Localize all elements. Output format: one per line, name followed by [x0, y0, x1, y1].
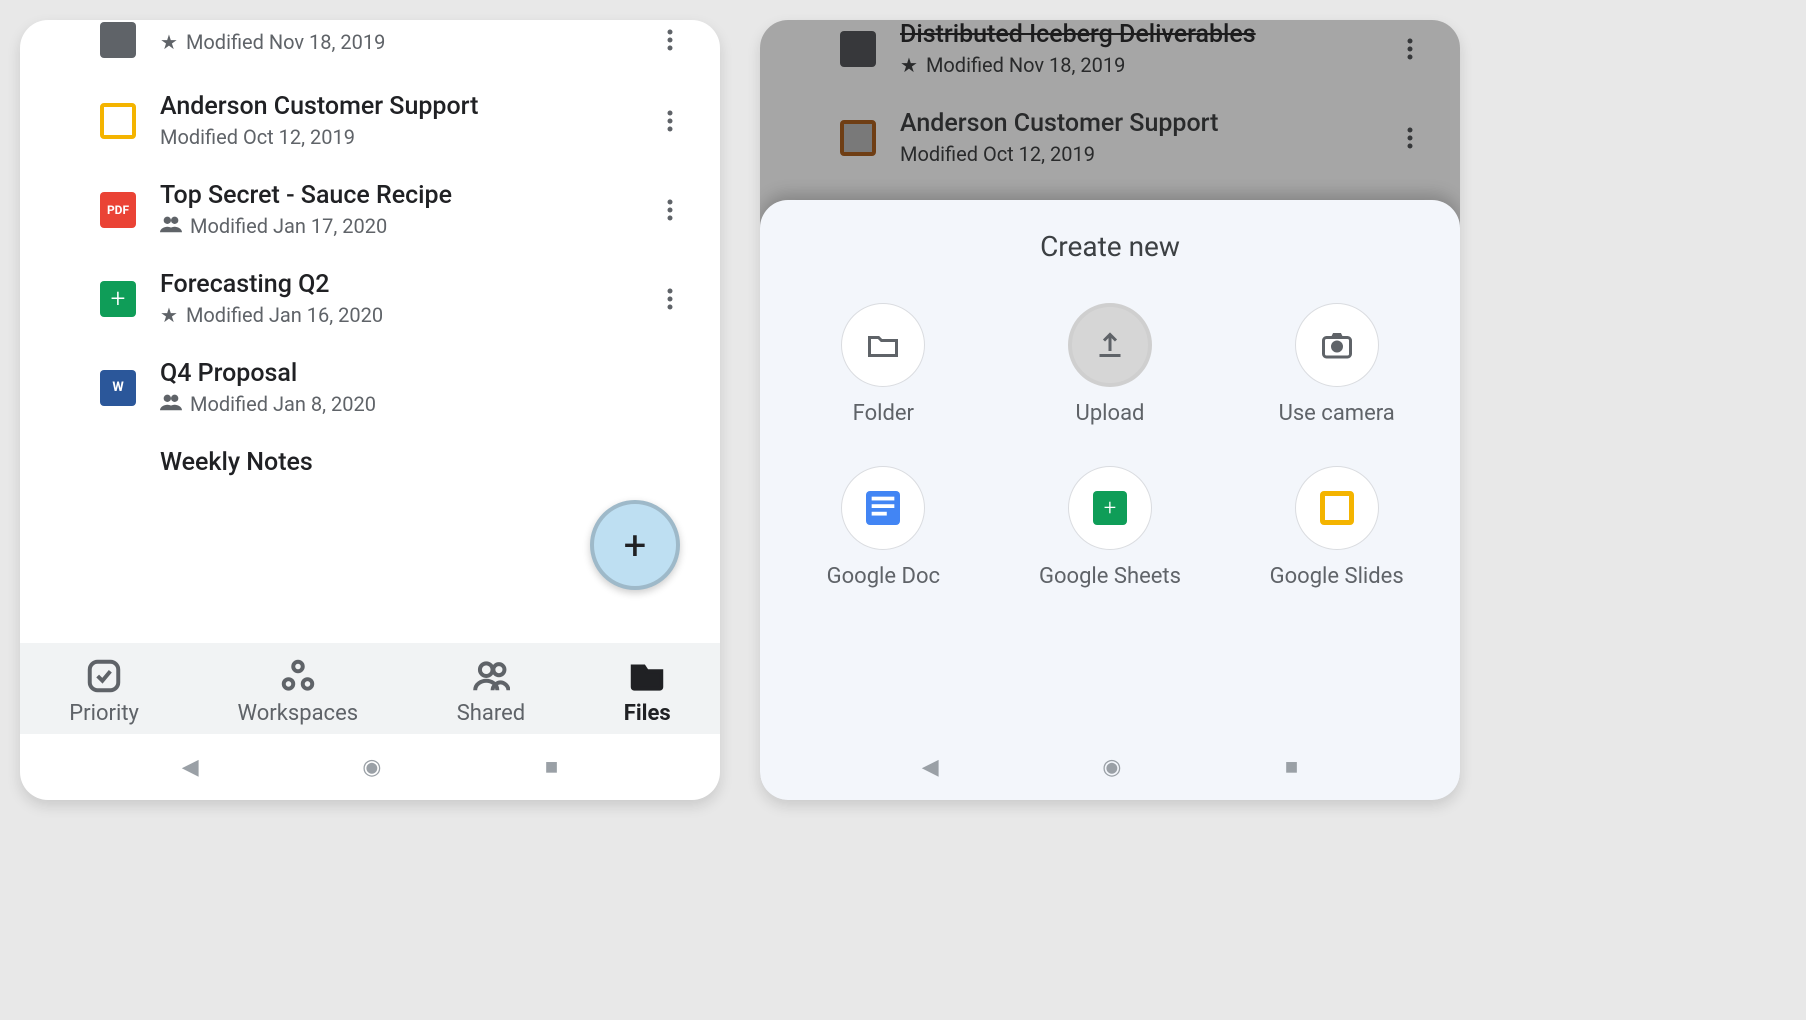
phone-right: Distributed Iceberg Deliverables ★Modifi… — [760, 20, 1460, 800]
file-row[interactable]: + Forecasting Q2 ★Modified Jan 16, 2020 — [20, 254, 720, 343]
system-nav: ◀ ◉ ■ — [760, 734, 1460, 800]
create-camera-button[interactable]: Use camera — [1233, 303, 1440, 426]
home-icon[interactable]: ◉ — [1102, 755, 1121, 780]
word-icon: W — [100, 370, 136, 406]
more-options-button[interactable] — [650, 101, 690, 141]
file-row[interactable]: W Q4 Proposal Modified Jan 8, 2020 — [20, 343, 720, 432]
create-slides-button[interactable]: Google Slides — [1233, 466, 1440, 589]
more-options-button[interactable] — [650, 190, 690, 230]
create-fab-button[interactable]: + — [590, 500, 680, 590]
sheets-icon: + — [100, 281, 136, 317]
file-title: Anderson Customer Support — [160, 92, 650, 121]
create-upload-button[interactable]: Upload — [1007, 303, 1214, 426]
more-options-button[interactable] — [650, 20, 690, 60]
file-meta: ★Modified Jan 16, 2020 — [160, 303, 650, 327]
create-new-sheet: Create new Folder Upload Use camera Goog… — [760, 200, 1460, 800]
file-meta: ★Modified Nov 18, 2019 — [160, 30, 650, 54]
nav-priority[interactable]: Priority — [69, 657, 139, 726]
back-icon[interactable]: ◀ — [182, 755, 199, 780]
nav-shared[interactable]: Shared — [457, 657, 525, 726]
star-icon: ★ — [160, 30, 178, 54]
file-title: Weekly Notes — [160, 448, 690, 477]
file-row[interactable]: Anderson Customer Support Modified Oct 1… — [20, 76, 720, 165]
file-meta: Modified Jan 8, 2020 — [160, 392, 690, 416]
home-icon[interactable]: ◉ — [362, 755, 381, 780]
folder-icon — [100, 22, 136, 58]
file-title: Forecasting Q2 — [160, 270, 650, 299]
file-row[interactable]: Weekly Notes — [20, 432, 720, 477]
nav-workspaces[interactable]: Workspaces — [238, 657, 359, 726]
phone-left: ★Modified Nov 18, 2019 Anderson Customer… — [20, 20, 720, 800]
nav-files[interactable]: Files — [624, 657, 671, 726]
file-meta: Modified Oct 12, 2019 — [160, 125, 650, 149]
pdf-icon: PDF — [100, 192, 136, 228]
file-row[interactable]: PDF Top Secret - Sauce Recipe Modified J… — [20, 165, 720, 254]
more-options-button[interactable] — [650, 279, 690, 319]
bottom-nav: Priority Workspaces Shared Files — [20, 643, 720, 734]
create-doc-button[interactable]: Google Doc — [780, 466, 987, 589]
slides-icon — [100, 103, 136, 139]
sheet-title: Create new — [780, 230, 1440, 263]
file-title: Q4 Proposal — [160, 359, 690, 388]
recent-icon[interactable]: ■ — [1285, 754, 1298, 780]
system-nav: ◀ ◉ ■ — [20, 734, 720, 800]
file-row[interactable]: ★Modified Nov 18, 2019 — [20, 20, 720, 76]
file-title: Top Secret - Sauce Recipe — [160, 181, 650, 210]
file-meta: Modified Jan 17, 2020 — [160, 214, 650, 238]
create-sheets-button[interactable]: + Google Sheets — [1007, 466, 1214, 589]
star-icon: ★ — [160, 303, 178, 327]
create-grid: Folder Upload Use camera Google Doc + Go… — [780, 303, 1440, 589]
shared-icon — [160, 392, 182, 416]
back-icon[interactable]: ◀ — [922, 755, 939, 780]
recent-icon[interactable]: ■ — [545, 754, 558, 780]
create-folder-button[interactable]: Folder — [780, 303, 987, 426]
shared-icon — [160, 214, 182, 238]
